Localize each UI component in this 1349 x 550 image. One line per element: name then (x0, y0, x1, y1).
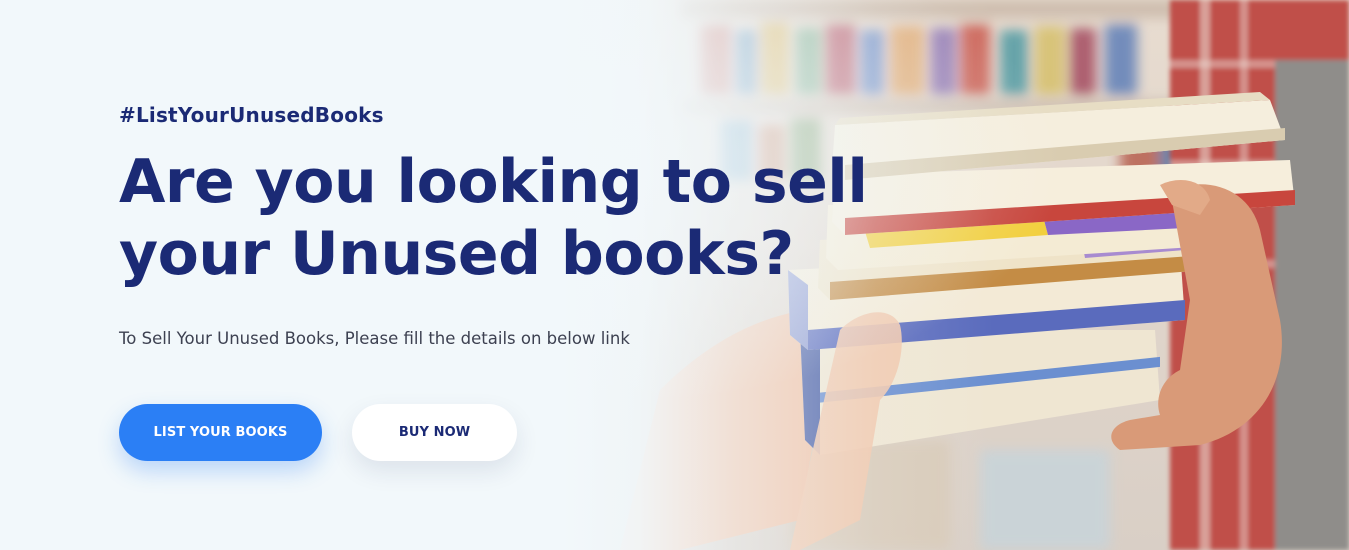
hero-subtext: To Sell Your Unused Books, Please fill t… (119, 329, 630, 348)
hero-headline: Are you looking to sell your Unused book… (119, 147, 868, 289)
list-your-books-button[interactable]: LIST YOUR BOOKS (119, 404, 322, 461)
hero-hashtag: #ListYourUnusedBooks (119, 103, 384, 127)
buy-now-button[interactable]: BUY NOW (352, 404, 517, 461)
